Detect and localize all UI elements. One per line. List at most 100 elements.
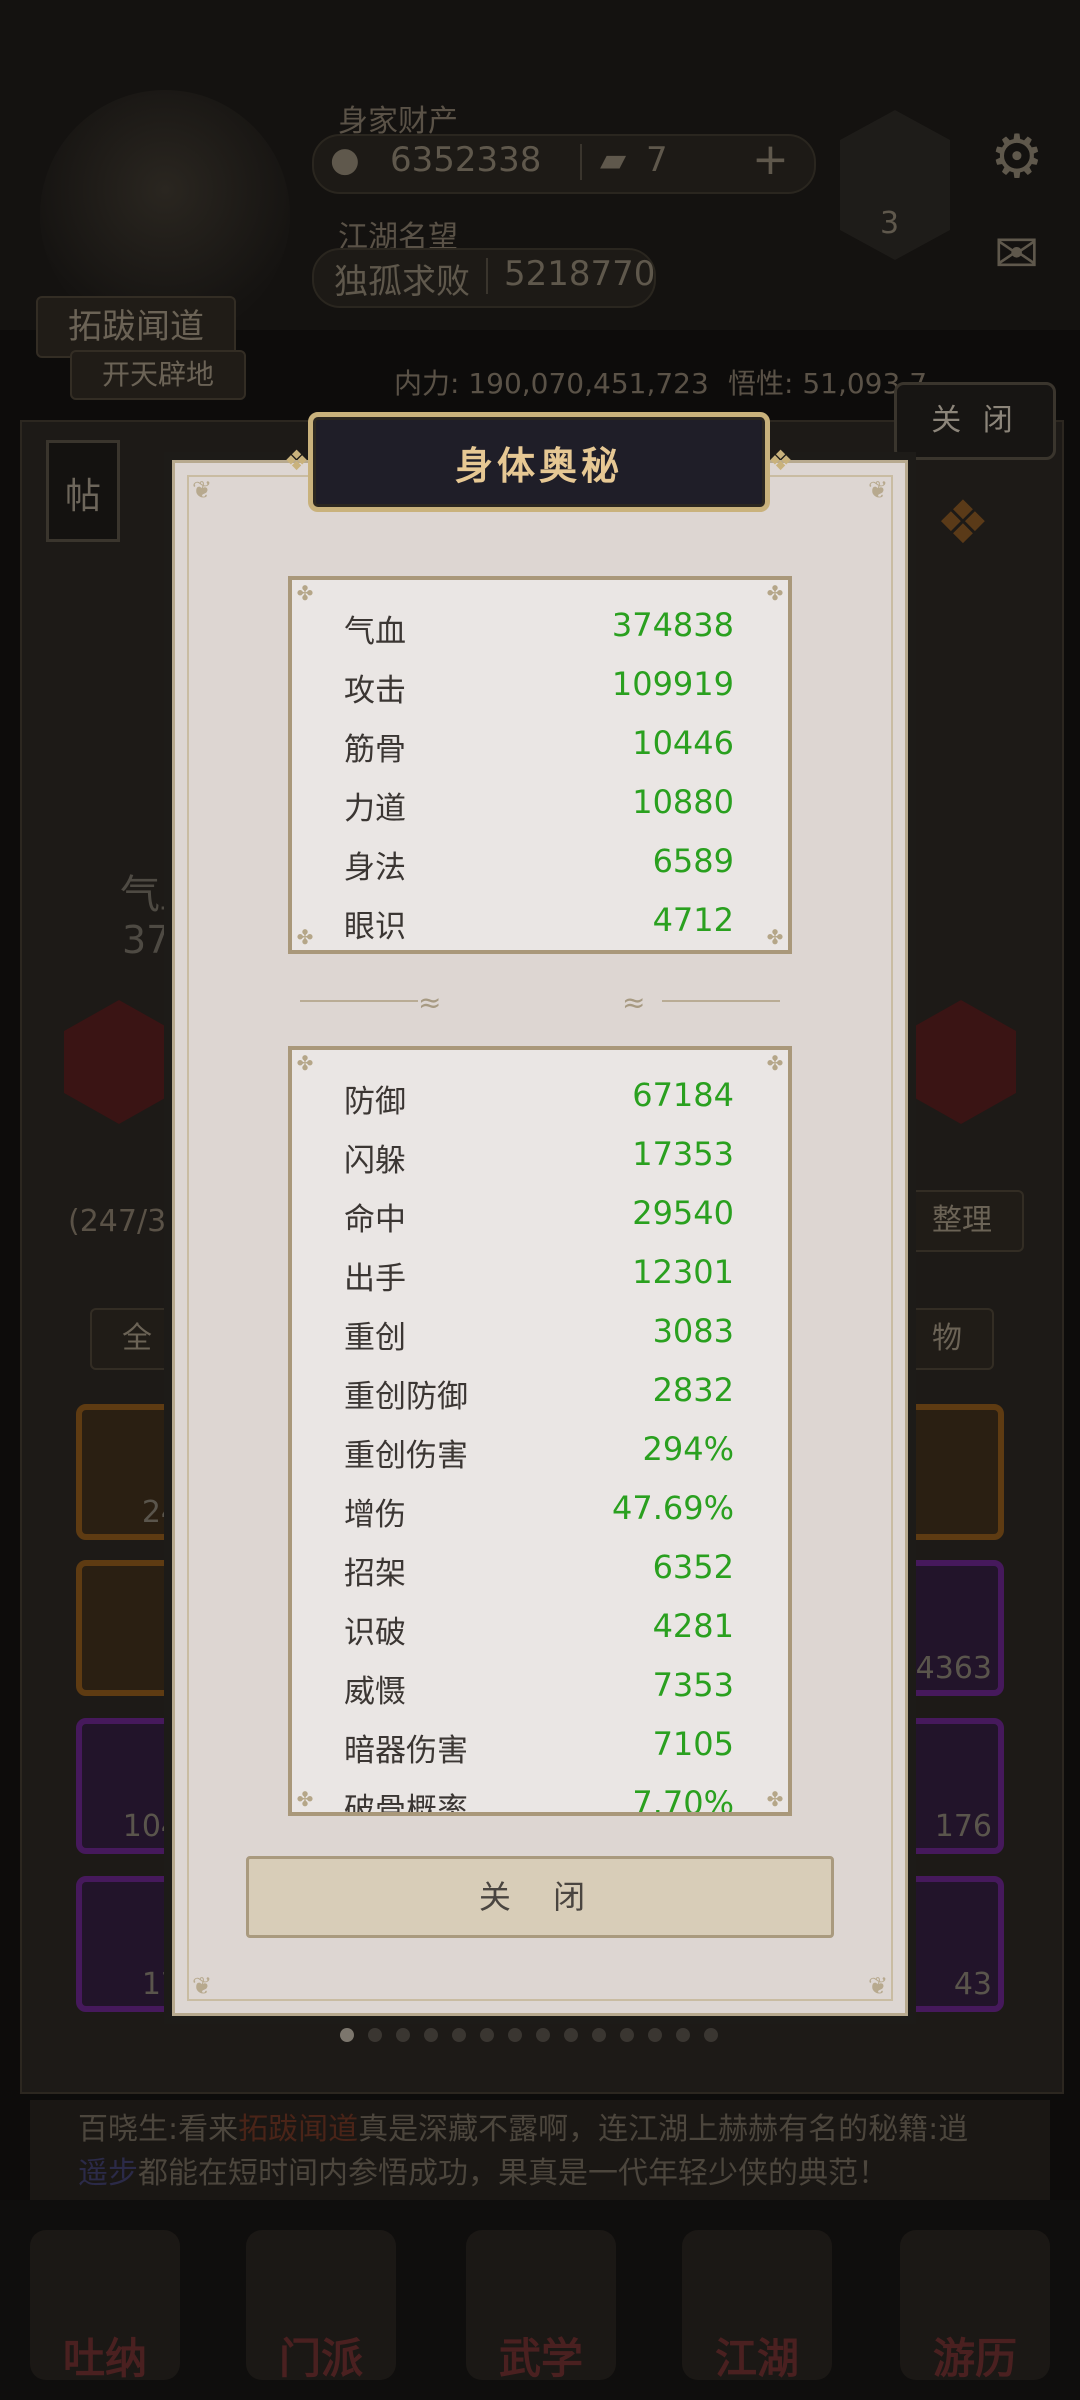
stat-row: 气血 374838	[292, 598, 788, 656]
stat-row: 重创防御 2832	[292, 1363, 788, 1421]
mail-icon[interactable]: ✉	[994, 222, 1039, 285]
emblem-icon[interactable]: ❖	[936, 488, 990, 558]
nav-sect[interactable]: 门派	[246, 2230, 396, 2383]
stat-value: 47.69%	[611, 1489, 734, 1527]
stat-label: 闪躲	[344, 1143, 406, 1179]
page-dot[interactable]	[396, 2028, 410, 2042]
settings-gear-icon[interactable]: ⚙	[990, 122, 1044, 192]
background-close-button[interactable]: 关 闭	[894, 382, 1056, 460]
divider-line	[300, 1000, 418, 1002]
stat-label: 眼识	[344, 909, 406, 945]
stat-row: 威慑 7353	[292, 1658, 788, 1716]
post-button[interactable]: 帖	[46, 440, 120, 542]
nav-label: 门派	[278, 2334, 363, 2383]
stat-value: 7353	[652, 1666, 734, 1704]
wealth-bar	[312, 134, 816, 194]
page-dot[interactable]	[340, 2028, 354, 2042]
corner-ornament-icon: ❦	[191, 476, 213, 504]
fame-value: 5218770	[504, 254, 656, 294]
nav-martial[interactable]: 武学	[466, 2230, 616, 2383]
nav-label: 武学	[498, 2334, 583, 2383]
stat-row: 识破 4281	[292, 1599, 788, 1657]
stat-label: 出手	[344, 1261, 406, 1297]
arrange-button[interactable]: 整理	[900, 1190, 1024, 1252]
stat-value: 109919	[611, 665, 734, 703]
page-dot[interactable]	[648, 2028, 662, 2042]
page-dot[interactable]	[508, 2028, 522, 2042]
page-dot[interactable]	[536, 2028, 550, 2042]
stat-row: 重创 3083	[292, 1304, 788, 1362]
nav-label: 游历	[932, 2334, 1017, 2383]
page-indicator	[340, 2028, 718, 2042]
post-label: 帖	[64, 476, 101, 517]
stat-row: 出手 12301	[292, 1245, 788, 1303]
page-dot[interactable]	[368, 2028, 382, 2042]
stat-value: 294%	[642, 1430, 734, 1468]
close-button[interactable]: 关 闭	[246, 1856, 834, 1938]
stat-row: 增伤 47.69%	[292, 1481, 788, 1539]
divider-ornament-icon: ≈	[418, 986, 442, 1019]
stat-label: 威慑	[344, 1674, 406, 1710]
page-dot[interactable]	[676, 2028, 690, 2042]
item-count: 4363	[915, 1651, 992, 1686]
page-dot[interactable]	[704, 2028, 718, 2042]
stat-row: 力道 10880	[292, 775, 788, 833]
stat-label: 暗器伤害	[344, 1733, 468, 1769]
corner-ornament-icon: ❦	[867, 476, 889, 504]
badge-level: 3	[880, 206, 900, 241]
modal-title: 身体奥秘	[454, 443, 623, 488]
stat-value: 67184	[632, 1076, 734, 1114]
stat-row: 重创伤害 294%	[292, 1422, 788, 1480]
nav-jianghu[interactable]: 江湖	[682, 2230, 832, 2383]
add-currency-button[interactable]: +	[752, 134, 789, 185]
stat-label: 破骨概率	[344, 1792, 468, 1816]
bottom-nav: 吐纳 门派 武学 江湖 游历	[0, 2200, 1080, 2400]
corner-ornament-icon: ❦	[191, 1972, 213, 2000]
gold-icon: ●	[330, 140, 360, 180]
stat-value: 7105	[652, 1725, 734, 1763]
nav-travel[interactable]: 游历	[900, 2230, 1050, 2383]
tab-all[interactable]: 全	[90, 1308, 184, 1370]
stat-value: 4712	[652, 901, 734, 939]
stat-label: 重创防御	[344, 1379, 468, 1415]
tab-items[interactable]: 物	[900, 1308, 994, 1370]
stat-row: 攻击 109919	[292, 657, 788, 715]
stat-value: 10880	[632, 783, 734, 821]
secondary-stats-box[interactable]: ✤ ✤ ✤ ✤ 防御 67184 闪躲 17353 命中 29540 出手 12301 …	[288, 1046, 792, 1816]
system-message: 百晓生:看来拓跋闻道真是深藏不露啊，连江湖上赫赫有名的秘籍:逍 遥步都能在短时间…	[30, 2100, 1050, 2200]
ticket-icon: ▰	[600, 140, 627, 180]
page-dot[interactable]	[620, 2028, 634, 2042]
primary-stats-box: ✤ ✤ ✤ ✤ 气血 374838 攻击 109919 筋骨 10446 力道 1088…	[288, 576, 792, 954]
page-dot[interactable]	[592, 2028, 606, 2042]
stat-row: 闪躲 17353	[292, 1127, 788, 1185]
stat-label: 识破	[344, 1615, 406, 1651]
stat-label: 防御	[344, 1084, 406, 1120]
stat-label: 身法	[344, 850, 406, 886]
message-text: 真是深藏不露啊，连江湖上赫赫有名的秘籍:逍	[358, 2112, 969, 2147]
separator	[486, 258, 488, 294]
page-dot[interactable]	[452, 2028, 466, 2042]
player-name: 拓跋闻道	[36, 296, 236, 358]
nav-tuna[interactable]: 吐纳	[30, 2230, 180, 2383]
page-dot[interactable]	[564, 2028, 578, 2042]
page-dot[interactable]	[480, 2028, 494, 2042]
stat-row: 筋骨 10446	[292, 716, 788, 774]
stat-value: 7.70%	[632, 1784, 734, 1816]
page-dot[interactable]	[424, 2028, 438, 2042]
divider-line	[662, 1000, 780, 1002]
stat-value: 2832	[652, 1371, 734, 1409]
stat-label: 力道	[344, 791, 406, 827]
bag-capacity: (247/33	[68, 1204, 186, 1239]
stat-value: 3083	[652, 1312, 734, 1350]
stat-value: 17353	[632, 1135, 734, 1173]
stat-value: 29540	[632, 1194, 734, 1232]
player-rank: 开天辟地	[70, 350, 247, 400]
stat-row: 招架 6352	[292, 1540, 788, 1598]
stat-value: 12301	[632, 1253, 734, 1291]
item-count: 43	[953, 1967, 992, 2002]
message-prefix: 百晓生:看来	[78, 2112, 239, 2147]
stat-value: 4281	[652, 1607, 734, 1645]
stat-row: 防御 67184	[292, 1068, 788, 1126]
nav-label: 江湖	[714, 2334, 799, 2383]
modal-title-plate: 身体奥秘	[308, 412, 770, 512]
